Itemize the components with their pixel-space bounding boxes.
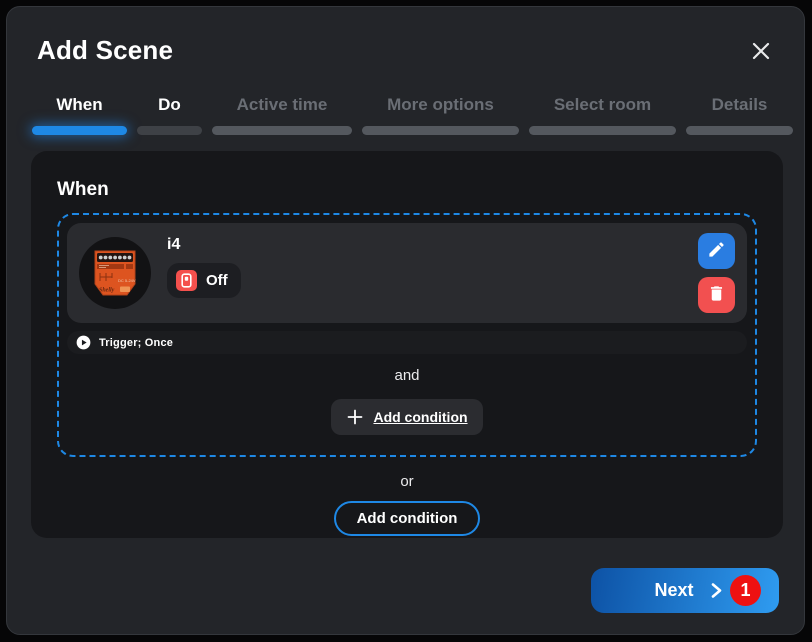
close-button[interactable] bbox=[746, 37, 776, 67]
device-status-pill: Off bbox=[167, 263, 241, 298]
add-or-condition-button[interactable]: Add condition bbox=[334, 501, 481, 536]
tab-when-progress-bar bbox=[32, 126, 127, 135]
switch-off-icon bbox=[176, 270, 197, 291]
trash-icon bbox=[707, 284, 726, 306]
or-label: or bbox=[57, 473, 757, 490]
trigger-mode-label: Trigger; Once bbox=[99, 337, 173, 349]
device-status-label: Off bbox=[206, 272, 228, 289]
when-section-card: When DC 5-2 bbox=[31, 151, 783, 538]
delete-trigger-button[interactable] bbox=[698, 277, 735, 313]
tab-active-time-progress-bar bbox=[212, 126, 352, 135]
tab-select-room[interactable]: Select room bbox=[529, 95, 676, 135]
click-indicator-badge: 1 bbox=[730, 575, 761, 606]
tab-do[interactable]: Do bbox=[137, 95, 202, 135]
add-scene-dialog: Add Scene When Do Active time More optio… bbox=[6, 6, 805, 635]
tab-when[interactable]: When bbox=[32, 95, 127, 135]
dialog-title: Add Scene bbox=[37, 35, 173, 66]
tab-select-room-progress-bar bbox=[529, 126, 676, 135]
svg-text:DC 5-24V: DC 5-24V bbox=[118, 278, 136, 283]
next-button-label: Next bbox=[654, 580, 693, 601]
chevron-right-icon bbox=[709, 582, 724, 599]
tab-more-options[interactable]: More options bbox=[362, 95, 519, 135]
trigger-condition-group: DC 5-24V Shelly i4 bbox=[57, 213, 757, 457]
tab-details[interactable]: Details bbox=[686, 95, 793, 135]
close-icon bbox=[749, 39, 773, 66]
tab-more-options-progress-bar bbox=[362, 126, 519, 135]
add-and-condition-button[interactable]: Add condition bbox=[331, 399, 482, 435]
plus-icon bbox=[346, 408, 364, 426]
trigger-device-row[interactable]: DC 5-24V Shelly i4 bbox=[67, 223, 747, 323]
device-row-actions bbox=[698, 233, 735, 313]
pencil-icon bbox=[707, 240, 726, 262]
tab-details-progress-bar bbox=[686, 126, 793, 135]
tab-do-progress-bar bbox=[137, 126, 202, 135]
svg-text:Shelly: Shelly bbox=[99, 288, 115, 294]
add-and-condition-label: Add condition bbox=[373, 409, 467, 425]
and-label: and bbox=[67, 367, 747, 384]
play-icon bbox=[76, 335, 91, 350]
device-image: DC 5-24V Shelly bbox=[79, 237, 151, 309]
tab-active-time[interactable]: Active time bbox=[212, 95, 352, 135]
wizard-step-tabs: When Do Active time More options Select … bbox=[32, 95, 793, 135]
device-info: i4 Off bbox=[167, 233, 241, 298]
next-button[interactable]: Next 1 bbox=[591, 568, 779, 613]
trigger-mode-row[interactable]: Trigger; Once bbox=[67, 331, 747, 354]
edit-trigger-button[interactable] bbox=[698, 233, 735, 269]
device-name: i4 bbox=[167, 236, 241, 254]
when-heading: When bbox=[57, 179, 757, 201]
